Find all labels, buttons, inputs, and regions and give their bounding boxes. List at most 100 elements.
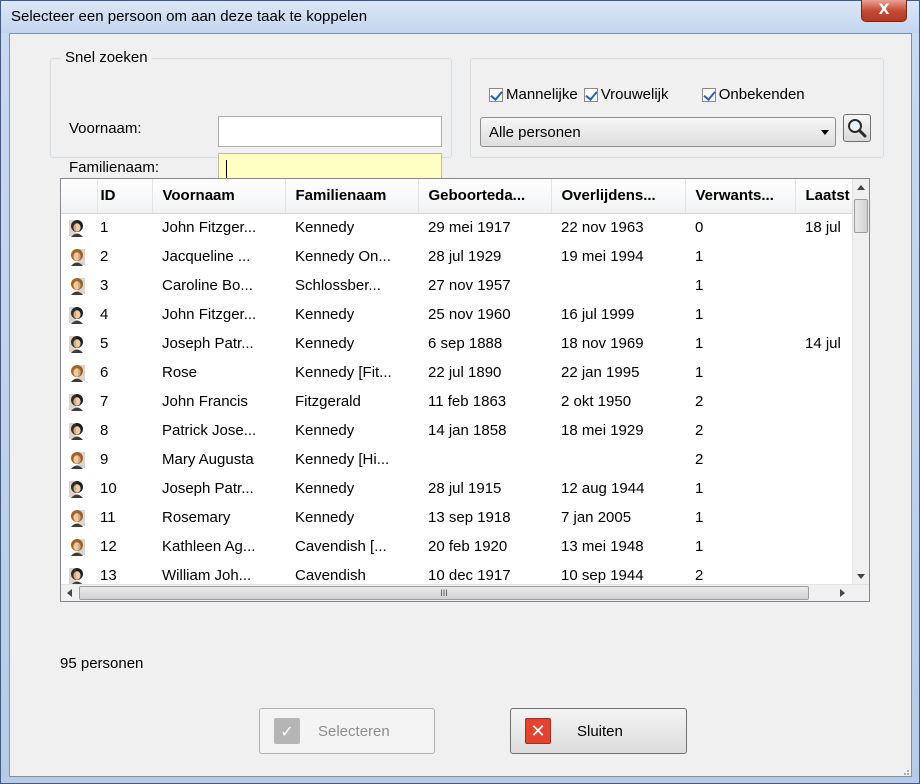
death-date-cell: 19 mei 1994 [561,248,644,265]
id-cell: 9 [100,451,109,468]
column-header-birth-date[interactable]: Geboorteda... [418,179,552,214]
male-person-icon [69,335,83,353]
checkmark-icon: ✓ [274,718,300,744]
last-name-cell: Kennedy [295,306,355,323]
first-name-cell: Jacqueline ... [162,248,251,265]
close-button[interactable]: ✕ Sluiten [510,708,687,754]
last-name-cell: Kennedy [295,480,355,497]
birth-date-cell: 11 feb 1863 [428,393,507,410]
search-button[interactable] [843,114,871,142]
male-checkbox-label: Mannelijke [506,86,578,103]
table-row[interactable]: 5 Joseph Patr... Kennedy 6 sep 1888 18 nov 1… [61,329,860,358]
first-name-cell: John Fitzger... [162,306,257,323]
relationship-cell: 1 [695,480,704,497]
scroll-left-icon[interactable] [67,589,72,597]
last-name-cell: Kennedy [295,422,355,439]
column-header-death-date[interactable]: Overlijdens... [551,179,686,214]
red-x-icon: ✕ [525,718,551,744]
first-name-cell: Joseph Patr... [162,480,254,497]
table-row[interactable]: 4 John Fitzger... Kennedy 25 nov 1960 16 jul… [61,300,860,329]
death-date-cell: 18 nov 1969 [561,335,644,352]
id-cell: 1 [100,219,109,237]
select-button[interactable]: ✓ Selecteren [259,708,435,754]
female-person-icon [71,538,85,556]
horizontal-scroll-thumb[interactable]: III [79,586,809,600]
vertical-scroll-thumb[interactable] [854,199,868,233]
birth-date-cell: 28 jul 1915 [428,480,502,497]
id-cell: 11 [100,509,116,526]
male-checkbox-item[interactable]: Mannelijke [489,86,578,103]
row-icon-cell [61,271,97,300]
last-name-cell: Fitzgerald [295,393,361,410]
window-title: Selecteer een persoon om aan deze taak t… [11,8,368,25]
relationship-cell: 1 [695,306,704,323]
relationship-cell: 0 [695,219,704,237]
female-checkbox-label: Vrouwelijk [600,86,669,103]
first-name-input[interactable] [218,116,442,147]
chevron-down-icon [821,130,829,135]
unknown-checkbox-item[interactable]: Onbekenden [701,86,805,103]
last-name-cell: Kennedy [295,219,355,237]
unknown-checkbox[interactable] [701,87,716,102]
female-checkbox-item[interactable]: Vrouwelijk [583,86,696,103]
row-icon-cell [61,532,97,561]
male-checkbox[interactable] [489,87,503,102]
first-name-cell: Joseph Patr... [162,335,254,352]
relationship-cell: 2 [695,393,704,410]
birth-date-cell [418,445,551,474]
scroll-up-icon[interactable] [857,185,865,190]
first-name-cell: Caroline Bo... [162,277,253,294]
table-row[interactable]: 10 Joseph Patr... Kennedy 28 jul 1915 12 aug… [61,474,860,503]
table-row[interactable]: 12 Kathleen Ag... Cavendish [... 20 feb 192… [61,532,860,561]
vertical-scrollbar[interactable] [852,179,869,585]
id-cell: 6 [100,364,109,381]
table-row[interactable]: 6 Rose Kennedy [Fit... 22 jul 1890 22 jan 19… [61,358,860,387]
table-header-row: ID Voornaam Familienaam Geboorteda... Ov… [61,179,861,214]
row-icon-cell [61,503,97,532]
table-row[interactable]: 2 Jacqueline ... Kennedy On... 28 jul 1929 1… [61,242,860,271]
latest-cell: 14 jul [805,335,841,352]
death-date-cell: 2 okt 1950 [561,393,632,410]
unknown-checkbox-label: Onbekenden [718,86,805,103]
female-person-icon [71,277,85,295]
table-row[interactable]: 7 John Francis Fitzgerald 11 feb 1863 2 okt … [61,387,860,416]
relationship-cell: 1 [695,538,704,555]
horizontal-scrollbar[interactable]: III [61,584,869,601]
table-row[interactable]: 11 Rosemary Kennedy 13 sep 1918 7 jan 2005 1 [61,503,860,532]
table-row[interactable]: 8 Patrick Jose... Kennedy 14 jan 1858 18 mei… [61,416,860,445]
birth-date-cell: 27 nov 1957 [428,277,511,294]
last-name-cell: Schlossber... [295,277,381,294]
scroll-down-icon[interactable] [857,574,865,579]
column-header-icon[interactable] [61,179,98,214]
column-header-relationship[interactable]: Verwants... [685,179,796,214]
resize-grip-icon[interactable] [900,766,910,776]
death-date-cell: 18 mei 1929 [561,422,644,439]
column-header-first-name[interactable]: Voornaam [152,179,286,214]
table-row[interactable]: 9 Mary Augusta Kennedy [Hi... 2 [61,445,860,474]
column-header-last-name[interactable]: Familienaam [285,179,419,214]
gender-filter-row: Mannelijke Vrouwelijk Onbekenden [489,86,811,103]
person-scope-dropdown[interactable]: Alle personen [480,117,836,147]
row-icon-cell [61,213,97,242]
last-name-cell: Kennedy [Hi... [295,451,390,468]
latest-cell [795,474,860,503]
female-checkbox[interactable] [583,87,598,102]
table-row[interactable]: 1 John Fitzger... Kennedy 29 mei 1917 22 nov… [61,213,860,242]
birth-date-cell: 28 jul 1929 [428,248,502,265]
relationship-cell: 1 [695,248,704,265]
first-name-cell: John Francis [162,393,248,410]
male-person-icon [69,422,83,440]
female-person-icon [71,248,85,266]
relationship-cell: 1 [695,509,704,526]
title-bar[interactable]: Selecteer een persoon om aan deze taak t… [1,0,919,33]
window-close-button[interactable]: X [861,0,907,22]
death-date-cell: 13 mei 1948 [561,538,644,555]
column-header-latest[interactable]: Laatst [795,179,861,214]
scroll-right-icon[interactable] [840,589,845,597]
person-table[interactable]: ID Voornaam Familienaam Geboorteda... Ov… [60,178,870,602]
last-name-cell: Kennedy [295,335,355,352]
latest-cell [795,358,860,387]
column-header-id[interactable]: ID [97,179,153,214]
row-icon-cell [61,474,97,503]
table-row[interactable]: 3 Caroline Bo... Schlossber... 27 nov 1957 1 [61,271,860,300]
